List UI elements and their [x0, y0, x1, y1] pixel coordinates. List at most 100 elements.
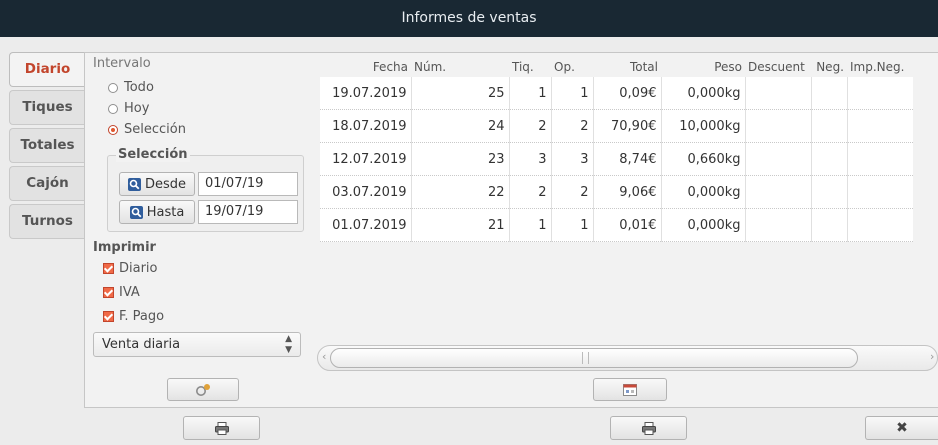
- scroll-left-icon[interactable]: ‹: [322, 350, 326, 363]
- cell-total: 0,01€: [592, 208, 661, 242]
- cell-imp-neg: [846, 142, 913, 176]
- checkbox-checked[interactable]: [103, 311, 114, 322]
- calendar-icon: [623, 383, 637, 396]
- cell-peso: 0,660kg: [660, 142, 745, 176]
- table-row[interactable]: 18.07.2019 24 2 2 70,90€ 10,000kg: [320, 109, 913, 143]
- calendar-button[interactable]: [593, 378, 667, 401]
- cell-op: 2: [550, 175, 593, 209]
- desde-label: Desde: [144, 176, 187, 192]
- cell-descuento: [744, 142, 811, 176]
- table-header-row: Fecha Núm. Tiq. Op. Total Peso Descuent …: [320, 57, 913, 77]
- print-table-button[interactable]: [610, 416, 687, 440]
- cell-total: 0,09€: [592, 77, 661, 110]
- col-num[interactable]: Núm.: [411, 57, 509, 77]
- cell-total: 70,90€: [592, 109, 661, 143]
- cell-peso: 10,000kg: [660, 109, 745, 143]
- cell-tiq: 2: [508, 175, 551, 209]
- cell-fecha: 19.07.2019: [320, 77, 411, 110]
- radio-button[interactable]: [108, 103, 118, 114]
- hasta-button[interactable]: Hasta: [119, 200, 195, 224]
- sales-table: Fecha Núm. Tiq. Op. Total Peso Descuent …: [320, 57, 913, 242]
- tab-tiques[interactable]: Tiques: [9, 90, 85, 125]
- col-descuento[interactable]: Descuent: [745, 57, 811, 77]
- report-type-select[interactable]: Venta diaria ▲ ▼: [93, 332, 301, 357]
- radio-seleccion[interactable]: Selección: [108, 122, 186, 137]
- cell-op: 2: [550, 109, 593, 143]
- window-title: Informes de ventas: [401, 10, 537, 26]
- cell-fecha: 03.07.2019: [320, 175, 411, 209]
- scroll-right-icon[interactable]: ›: [930, 350, 934, 363]
- cell-op: 3: [550, 142, 593, 176]
- cell-fecha: 12.07.2019: [320, 142, 411, 176]
- check-diario[interactable]: Diario: [103, 261, 158, 276]
- cell-descuento: [744, 175, 811, 209]
- cell-neg: [810, 77, 847, 110]
- cell-total: 8,74€: [592, 142, 661, 176]
- cell-peso: 0,000kg: [660, 208, 745, 242]
- radio-hoy-label: Hoy: [124, 101, 150, 116]
- cell-imp-neg: [846, 109, 913, 143]
- close-icon: ✖: [896, 420, 908, 436]
- cell-peso: 0,000kg: [660, 77, 745, 110]
- col-total[interactable]: Total: [593, 57, 661, 77]
- cell-imp-neg: [846, 175, 913, 209]
- radio-button-selected[interactable]: [108, 124, 118, 135]
- table-row[interactable]: 12.07.2019 23 3 3 8,74€ 0,660kg: [320, 142, 913, 176]
- scrollbar-grip-icon: [582, 352, 589, 364]
- cell-tiq: 3: [508, 142, 551, 176]
- print-button[interactable]: [183, 416, 260, 440]
- table-row[interactable]: 19.07.2019 25 1 1 0,09€ 0,000kg: [320, 77, 913, 110]
- tab-cajon[interactable]: Cajón: [9, 166, 85, 201]
- radio-seleccion-label: Selección: [124, 122, 186, 137]
- desde-date-field[interactable]: 01/07/19: [198, 172, 298, 196]
- report-tabs: Diario Tiques Totales Cajón Turnos: [9, 52, 85, 242]
- scrollbar-thumb[interactable]: [330, 348, 858, 368]
- table-row[interactable]: 01.07.2019 21 1 1 0,01€ 0,000kg: [320, 208, 913, 242]
- col-op[interactable]: Op.: [551, 57, 593, 77]
- check-f-pago[interactable]: F. Pago: [103, 309, 164, 324]
- check-iva-label: IVA: [119, 285, 140, 300]
- checkbox-checked[interactable]: [103, 263, 114, 274]
- tab-totales[interactable]: Totales: [9, 128, 85, 163]
- col-peso[interactable]: Peso: [661, 57, 745, 77]
- cell-descuento: [744, 208, 811, 242]
- cell-tiq: 2: [508, 109, 551, 143]
- printer-icon: [641, 421, 656, 435]
- table-row[interactable]: 03.07.2019 22 2 2 9,06€ 0,000kg: [320, 175, 913, 209]
- radio-hoy[interactable]: Hoy: [108, 101, 149, 116]
- check-f-pago-label: F. Pago: [119, 309, 165, 324]
- radio-button[interactable]: [108, 82, 118, 93]
- check-iva[interactable]: IVA: [103, 285, 140, 300]
- cell-tiq: 1: [508, 208, 551, 242]
- cell-num: 22: [410, 175, 509, 209]
- col-imp-neg[interactable]: Imp.Neg.: [847, 57, 913, 77]
- checkbox-checked[interactable]: [103, 287, 114, 298]
- refresh-button[interactable]: [167, 378, 239, 401]
- tab-diario[interactable]: Diario: [9, 52, 85, 87]
- cell-op: 1: [550, 208, 593, 242]
- cell-num: 21: [410, 208, 509, 242]
- cell-neg: [810, 109, 847, 143]
- tab-turnos[interactable]: Turnos: [9, 204, 85, 239]
- radio-todo[interactable]: Todo: [108, 80, 154, 95]
- cell-op: 1: [550, 77, 593, 110]
- radio-todo-label: Todo: [124, 80, 154, 95]
- close-button[interactable]: ✖: [865, 416, 938, 440]
- hasta-label: Hasta: [146, 204, 185, 220]
- col-tiq[interactable]: Tiq.: [509, 57, 551, 77]
- check-diario-label: Diario: [119, 261, 158, 276]
- spin-arrows-icon: ▲ ▼: [285, 334, 292, 355]
- cell-neg: [810, 142, 847, 176]
- col-neg[interactable]: Neg.: [811, 57, 847, 77]
- cell-imp-neg: [846, 208, 913, 242]
- desde-button[interactable]: Desde: [119, 172, 195, 196]
- cell-descuento: [744, 109, 811, 143]
- cell-descuento: [744, 77, 811, 110]
- window-title-bar: Informes de ventas: [0, 0, 938, 37]
- cell-peso: 0,000kg: [660, 175, 745, 209]
- cell-num: 24: [410, 109, 509, 143]
- search-icon: [127, 177, 141, 191]
- hasta-date-field[interactable]: 19/07/19: [198, 200, 298, 224]
- cell-total: 9,06€: [592, 175, 661, 209]
- col-fecha[interactable]: Fecha: [320, 57, 411, 77]
